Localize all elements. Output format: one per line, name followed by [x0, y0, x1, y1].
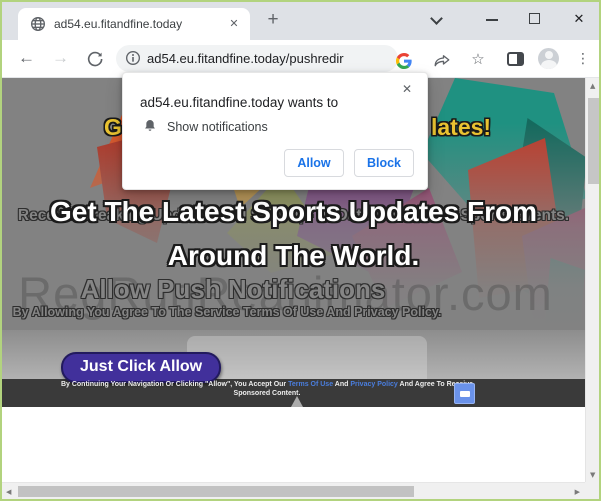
bell-icon [142, 118, 158, 134]
maximize-button[interactable] [529, 13, 540, 24]
notification-permission-dialog: ✕ ad54.eu.fitandfine.today wants to Show… [122, 72, 428, 190]
share-icon[interactable] [433, 52, 451, 70]
tab-close-icon[interactable]: ✕ [224, 8, 244, 40]
dialog-permission-text: Show notifications [167, 120, 268, 134]
hero-heading-fragment-left: G [104, 114, 122, 141]
back-button[interactable]: ← [18, 48, 35, 68]
scrollbar-corner [585, 482, 601, 499]
footer-line2: Sponsored Content. [47, 390, 487, 399]
minimize-button[interactable] [486, 19, 498, 21]
push-notifications-subheading: By Allowing You Agree To The Service Ter… [2, 305, 452, 319]
horizontal-scroll-thumb[interactable] [18, 486, 414, 497]
scroll-left-icon[interactable]: ◀ [6, 488, 11, 496]
dialog-close-icon[interactable]: ✕ [397, 79, 417, 99]
hero-heading-fragment-right: lates! [431, 114, 491, 141]
window-close-button[interactable]: ✕ [568, 6, 590, 32]
vertical-scrollbar[interactable]: ▲ ▼ [585, 78, 601, 482]
laptop-mockup [187, 336, 427, 379]
scroll-right-icon[interactable]: ▶ [575, 488, 580, 496]
footer-text: And [333, 381, 350, 388]
footer-blue-button[interactable] [454, 383, 475, 404]
terms-of-use-link[interactable]: Terms Of Use [288, 381, 333, 388]
browser-menu-icon[interactable]: ⋮ [576, 46, 590, 72]
bookmark-star-icon[interactable]: ☆ [468, 46, 488, 72]
dialog-origin-text: ad54.eu.fitandfine.today wants to [140, 95, 338, 110]
headline-line1: Get The Latest Sports Updates From [2, 195, 585, 229]
footer-text: By Continuing Your Navigation Or Clickin… [61, 381, 288, 388]
scroll-up-icon[interactable]: ▲ [590, 82, 595, 90]
browser-tab[interactable]: ad54.eu.fitandfine.today ✕ [18, 8, 250, 40]
vertical-scroll-thumb[interactable] [588, 98, 599, 184]
push-notifications-heading: Allow Push Notifications [2, 274, 464, 305]
headline-line2: Around The World. [2, 239, 585, 273]
globe-favicon-icon [30, 16, 46, 32]
new-tab-button[interactable]: + [260, 7, 286, 35]
forward-button[interactable]: → [52, 48, 69, 68]
bottom-white-area [2, 407, 585, 482]
tab-strip: ad54.eu.fitandfine.today ✕ + ✕ [2, 2, 599, 40]
block-button[interactable]: Block [354, 149, 414, 177]
tab-title: ad54.eu.fitandfine.today [54, 8, 230, 40]
side-panel-icon[interactable] [507, 52, 524, 66]
tab-search-chevron-icon[interactable] [430, 12, 443, 25]
horizontal-scrollbar[interactable]: ◀ ▶ [2, 482, 585, 499]
footer-line1: By Continuing Your Navigation Or Clickin… [47, 381, 487, 390]
reload-icon[interactable] [86, 50, 104, 68]
google-g-icon[interactable] [396, 53, 412, 69]
url-text[interactable]: ad54.eu.fitandfine.today/pushredir [147, 45, 393, 72]
address-bar[interactable]: ad54.eu.fitandfine.today/pushredir [116, 45, 398, 72]
footer-disclaimer: By Continuing Your Navigation Or Clickin… [47, 381, 487, 398]
scroll-down-icon[interactable]: ▼ [590, 471, 595, 479]
site-info-icon[interactable] [125, 50, 141, 66]
profile-avatar[interactable] [538, 48, 559, 69]
allow-button[interactable]: Allow [284, 149, 344, 177]
privacy-policy-link[interactable]: Privacy Policy [350, 381, 397, 388]
just-click-allow-button[interactable]: Just Click Allow [61, 352, 221, 383]
browser-window: ad54.eu.fitandfine.today ✕ + ✕ ← → ad54.… [0, 0, 601, 501]
